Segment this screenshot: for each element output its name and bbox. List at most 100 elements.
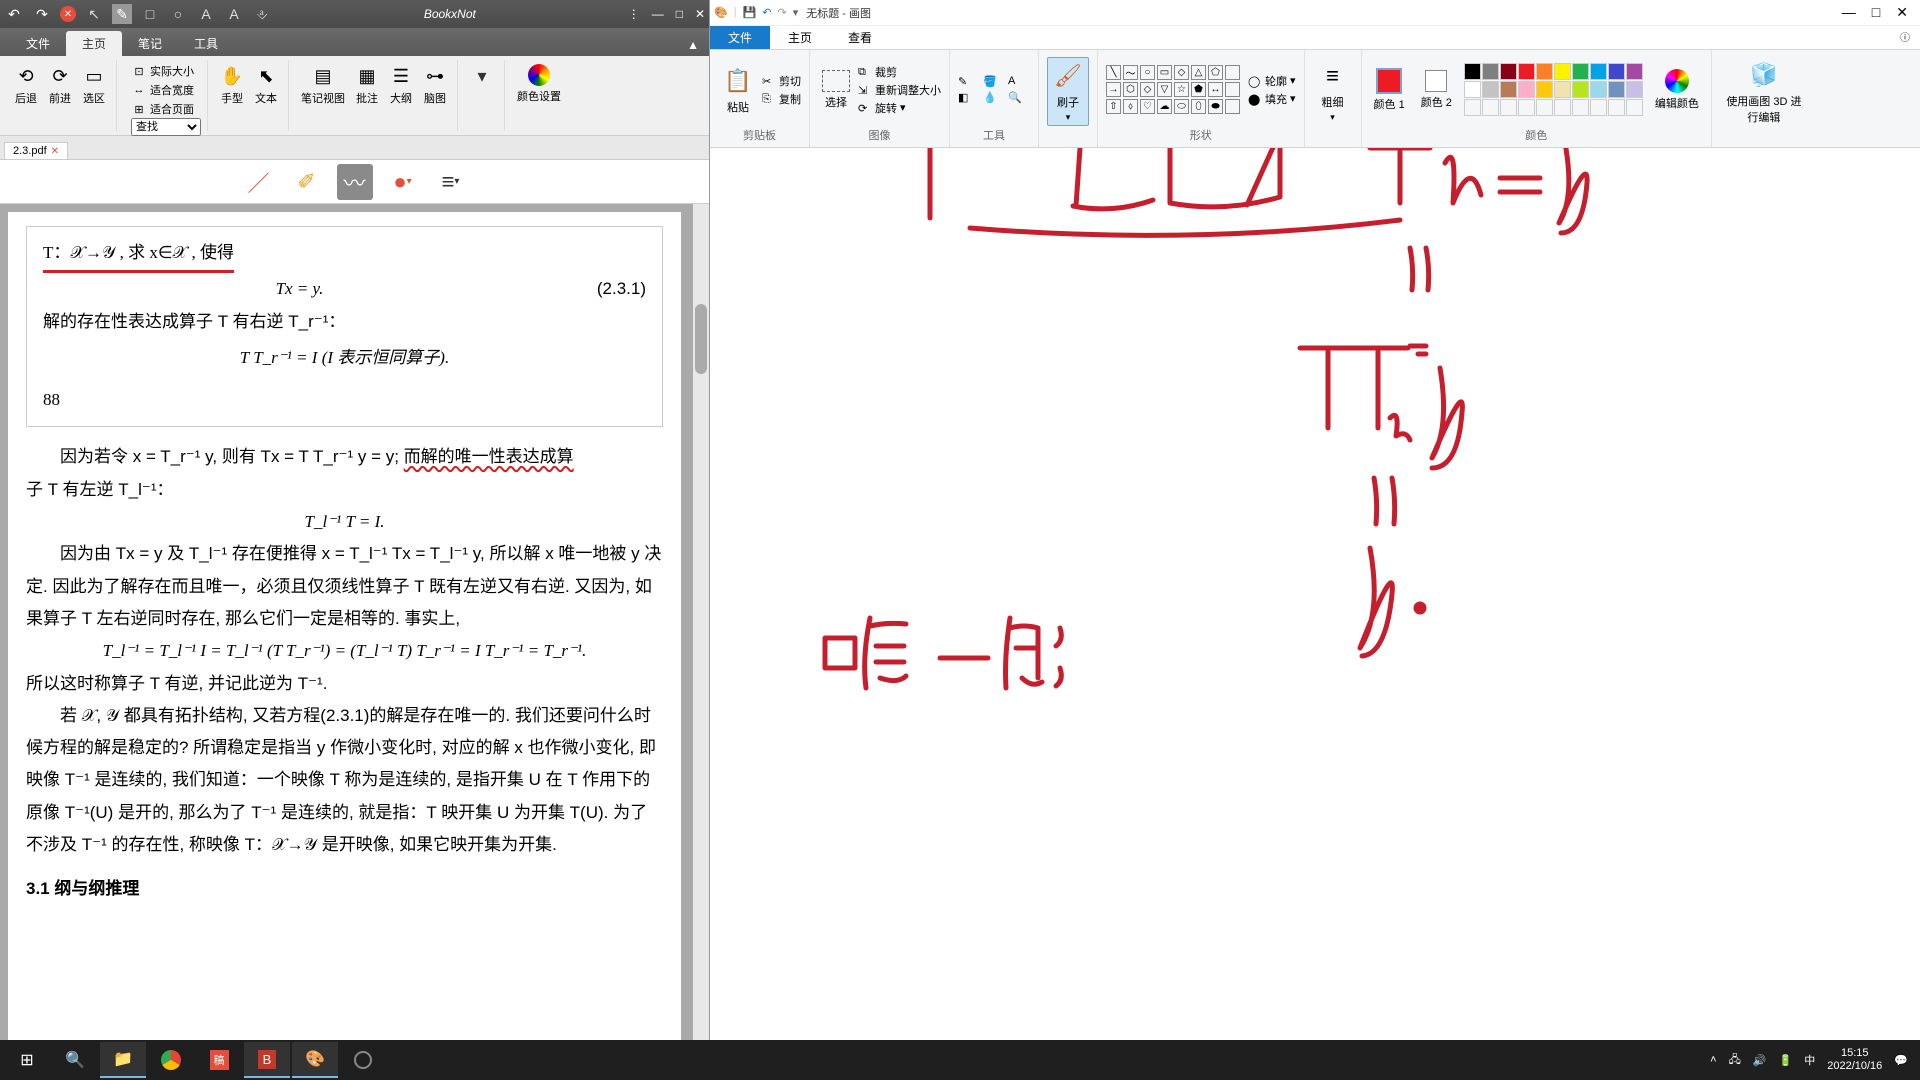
- close-button[interactable]: ✕: [1896, 4, 1908, 21]
- picker-tool-icon[interactable]: 💧: [983, 91, 1005, 104]
- cut-button[interactable]: ✂剪切: [762, 73, 801, 89]
- minimize-button[interactable]: —: [652, 7, 664, 21]
- tray-volume-icon[interactable]: 🔊: [1753, 1054, 1767, 1067]
- crop-button[interactable]: ⧉裁剪: [858, 64, 941, 80]
- chrome-taskbtn[interactable]: [148, 1042, 194, 1078]
- thickness-button[interactable]: ≡▾: [433, 164, 469, 200]
- forward-button[interactable]: ⟳前进: [44, 62, 76, 108]
- maximize-button[interactable]: □: [676, 7, 683, 21]
- menu-file[interactable]: 文件: [10, 31, 66, 56]
- select-button[interactable]: 选择: [818, 68, 854, 112]
- outline-button[interactable]: ☰大纲: [385, 62, 417, 108]
- thickness-button[interactable]: ≡粗细▾: [1313, 58, 1353, 125]
- maximize-button[interactable]: □: [1872, 4, 1880, 21]
- brush-button[interactable]: 🖌刷子▾: [1047, 57, 1089, 126]
- dropdown-button[interactable]: ▾: [466, 62, 498, 90]
- fit-width-button[interactable]: ↔适合宽度: [132, 81, 194, 99]
- tray-notifications-icon[interactable]: 💬: [1894, 1054, 1908, 1067]
- insert-icon[interactable]: [252, 4, 272, 24]
- redo-icon[interactable]: [32, 4, 52, 24]
- highlight-tool-button[interactable]: ✐: [289, 164, 325, 200]
- collapse-ribbon-icon[interactable]: ▲: [677, 34, 709, 56]
- text-tool-button[interactable]: ⬉文本: [250, 62, 282, 108]
- qat-sep: |: [734, 6, 737, 19]
- tray-battery-icon[interactable]: 🔋: [1779, 1054, 1793, 1067]
- hand-tool-button[interactable]: ✋手型: [216, 62, 248, 108]
- edit-colors-button[interactable]: 编辑颜色: [1651, 67, 1703, 113]
- note-view-button[interactable]: ▤笔记视图: [297, 62, 349, 108]
- save-icon[interactable]: 💾: [743, 6, 757, 19]
- shapes-gallery[interactable]: ╲〜○▭◇△⬠ →⬡◇▽☆⬟↔ ⇧⬨♡☁⬭⬯⬬: [1106, 65, 1240, 114]
- pencil-tool-icon[interactable]: ✎: [958, 75, 980, 88]
- copy-button[interactable]: ⎘复制: [762, 91, 801, 107]
- paint-title: 无标题 - 画图: [806, 5, 871, 21]
- undo-icon[interactable]: ↶: [762, 6, 771, 19]
- text-a-icon[interactable]: [196, 4, 216, 24]
- paint-window: 🎨 | 💾 ↶ ↷ ▾ 无标题 - 画图 — □ ✕ 文件 主页 查看 ⓘ 📋粘…: [710, 0, 1920, 1080]
- actual-size-button[interactable]: ⊡实际大小: [132, 62, 194, 80]
- doc-tab[interactable]: 2.3.pdf ✕: [4, 142, 68, 159]
- explorer-taskbtn[interactable]: 📁: [100, 1042, 146, 1078]
- page-number: 88: [43, 384, 646, 416]
- bookxnote-taskbtn[interactable]: B: [244, 1042, 290, 1078]
- tray-network-icon[interactable]: 🖧: [1729, 1051, 1741, 1070]
- close-tab-icon[interactable]: ✕: [51, 146, 59, 157]
- circle-icon[interactable]: [168, 4, 188, 24]
- app-red-taskbtn[interactable]: 稿: [196, 1042, 242, 1078]
- line-tool-button[interactable]: ／: [241, 164, 277, 200]
- obs-taskbtn[interactable]: [340, 1042, 386, 1078]
- shape-outline-button[interactable]: ◯轮廓▾: [1248, 73, 1296, 89]
- menu-notes[interactable]: 笔记: [122, 31, 178, 56]
- color-red-button[interactable]: ●▾: [385, 164, 421, 200]
- paste-button[interactable]: 📋粘贴: [718, 63, 758, 117]
- close-button[interactable]: ✕: [695, 7, 705, 21]
- pointer-icon[interactable]: [84, 4, 104, 24]
- tray-chevron-icon[interactable]: ˄: [1710, 1054, 1716, 1066]
- start-button[interactable]: ⊞: [4, 1042, 50, 1078]
- rect-icon[interactable]: [140, 4, 160, 24]
- paint-taskbtn[interactable]: 🎨: [292, 1042, 338, 1078]
- color-settings-button[interactable]: 颜色设置: [513, 62, 565, 106]
- text-a2-icon[interactable]: [224, 4, 244, 24]
- find-select[interactable]: 查找: [131, 118, 201, 136]
- minimize-button[interactable]: —: [1842, 4, 1856, 21]
- undo-icon[interactable]: [4, 4, 24, 24]
- paint3d-button[interactable]: 🧊使用画图 3D 进行编辑: [1720, 57, 1808, 127]
- pdf-viewport[interactable]: T：𝒳→𝒴 , 求 x∈𝒳 , 使得 Tx = y. (2.3.1) 解的存在性…: [0, 204, 709, 1056]
- shape-fill-button[interactable]: ⬤填充▾: [1248, 91, 1296, 107]
- qat-dropdown-icon[interactable]: ▾: [793, 6, 799, 19]
- color1-button[interactable]: 颜色 1: [1370, 66, 1409, 114]
- tray-clock[interactable]: 15:15 2022/10/16: [1827, 1047, 1882, 1073]
- color2-button[interactable]: 颜色 2: [1417, 68, 1456, 112]
- zoom-tool-icon[interactable]: 🔍: [1008, 91, 1030, 104]
- redo-icon[interactable]: ↷: [777, 6, 786, 19]
- anno-button[interactable]: ▦批注: [351, 62, 383, 108]
- vertical-scrollbar[interactable]: [693, 204, 709, 1056]
- fill-tool-icon[interactable]: 🪣: [983, 75, 1005, 88]
- menu-home[interactable]: 主页: [66, 31, 122, 56]
- paint-canvas[interactable]: [710, 148, 1920, 1040]
- pdf-text: 因为若令 x = T_r⁻¹ y, 则有 Tx = T T_r⁻¹ y = y;: [60, 447, 404, 466]
- cancel-icon[interactable]: [60, 6, 76, 22]
- tab-file[interactable]: 文件: [710, 26, 770, 49]
- eraser-tool-icon[interactable]: ◧: [958, 91, 980, 104]
- fit-page-button[interactable]: ⊞适合页面: [132, 100, 194, 118]
- select-area-button[interactable]: ▭选区: [78, 62, 110, 108]
- tray-ime-icon[interactable]: 中: [1804, 1052, 1815, 1068]
- mindmap-button[interactable]: ⊶脑图: [419, 62, 451, 108]
- menu-tools[interactable]: 工具: [178, 31, 234, 56]
- section-heading: 3.1 纲与纲推理: [26, 873, 663, 905]
- resize-button[interactable]: ⇲重新调整大小: [858, 82, 941, 98]
- rotate-button[interactable]: ⟳旋转▾: [858, 100, 941, 116]
- text-tool-icon[interactable]: A: [1008, 75, 1030, 88]
- pencil-icon[interactable]: [112, 4, 132, 24]
- pdf-text: 所以这时称算子 T 有逆, 并记此逆为 T⁻¹.: [26, 668, 663, 700]
- help-icon[interactable]: ⓘ: [1890, 26, 1920, 49]
- tab-home[interactable]: 主页: [770, 26, 830, 49]
- search-button[interactable]: 🔍: [52, 1042, 98, 1078]
- back-button[interactable]: ⟲后退: [10, 62, 42, 108]
- tab-view[interactable]: 查看: [830, 26, 890, 49]
- color-palette[interactable]: [1464, 63, 1643, 116]
- wave-tool-button[interactable]: 〰: [337, 164, 373, 200]
- more-icon[interactable]: ⋮: [628, 7, 640, 21]
